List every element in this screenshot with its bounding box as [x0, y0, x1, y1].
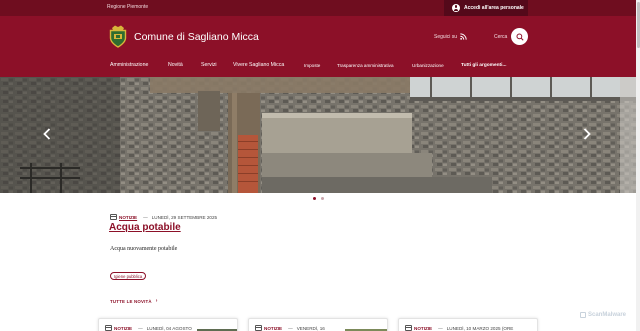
search-button[interactable]	[511, 28, 528, 45]
calendar-icon	[405, 325, 412, 331]
watermark-text: ScanMalware	[588, 312, 627, 318]
news-card[interactable]: NOTIZIE — LUNEDÌ, 10 MARZO 2025 (ORE	[398, 318, 538, 331]
nav-item-servizi[interactable]: Servizi	[201, 62, 217, 68]
nav-item-imposte[interactable]: Imposte	[304, 63, 320, 68]
card-separator: —	[288, 325, 293, 331]
carousel-dot-1[interactable]	[312, 197, 316, 200]
hero-carousel	[0, 77, 636, 193]
card-meta: NOTIZIE — LUNEDÌ, 04 AGOSTO	[105, 325, 192, 331]
chevron-right-icon: ›	[155, 298, 158, 304]
all-news-link[interactable]: TUTTE LE NOVITÀ ›	[110, 298, 158, 304]
nav-item-tutti-argomenti[interactable]: Tutti gli argomenti...	[461, 63, 506, 68]
news-text: Acqua nuovamente potabile	[110, 246, 178, 252]
nav-item-urbanizzazione[interactable]: Urbanizzazione	[412, 63, 444, 68]
card-meta: NOTIZIE — VENERDÌ, 16	[255, 325, 325, 331]
card-date: LUNEDÌ, 10 MARZO 2025 (ORE	[446, 325, 514, 331]
page-scrollbar[interactable]	[636, 0, 640, 331]
news-title-link[interactable]: Acqua potabile	[109, 222, 181, 233]
carousel-dots	[0, 197, 636, 203]
calendar-icon	[105, 325, 112, 331]
all-news-label: TUTTE LE NOVITÀ	[110, 298, 152, 304]
card-category-link[interactable]: NOTIZIE	[414, 326, 432, 331]
news-tag[interactable]: Igiene pubblica	[110, 272, 147, 280]
user-icon	[452, 4, 460, 12]
news-date: LUNEDÌ, 29 SETTEMBRE 2025	[151, 214, 218, 220]
chevron-right-icon	[583, 128, 591, 140]
card-category-link[interactable]: NOTIZIE	[264, 326, 282, 331]
calendar-icon	[110, 214, 117, 220]
news-category-link[interactable]: NOTIZIE	[119, 215, 137, 220]
hero-image	[0, 77, 636, 193]
search-icon	[515, 32, 524, 41]
carousel-prev-button[interactable]	[42, 127, 52, 141]
watermark-logo-icon	[580, 312, 586, 318]
site-header: Comune di Sagliano Micca Seguici su Cerc…	[0, 16, 636, 77]
card-category-link[interactable]: NOTIZIE	[114, 326, 132, 331]
login-label: Accedi all'area personale	[464, 5, 524, 11]
card-date: LUNEDÌ, 04 AGOSTO	[146, 325, 192, 331]
top-bar: Regione Piemonte Accedi all'area persona…	[0, 0, 636, 16]
news-card[interactable]: NOTIZIE — LUNEDÌ, 04 AGOSTO	[98, 318, 238, 331]
follow-label: Seguici su	[434, 34, 458, 40]
news-separator: —	[143, 214, 148, 220]
chevron-left-icon	[43, 128, 51, 140]
site-title[interactable]: Comune di Sagliano Micca	[134, 31, 259, 43]
card-meta: NOTIZIE — LUNEDÌ, 10 MARZO 2025 (ORE	[405, 325, 513, 331]
scrollbar-thumb[interactable]	[636, 2, 640, 48]
news-meta: NOTIZIE — LUNEDÌ, 29 SETTEMBRE 2025	[110, 214, 217, 220]
rss-icon[interactable]	[460, 33, 467, 40]
login-button[interactable]: Accedi all'area personale	[444, 0, 528, 16]
search-label: Cerca	[494, 34, 508, 40]
crest-logo[interactable]	[108, 24, 128, 48]
carousel-dot-2[interactable]	[320, 197, 324, 200]
card-separator: —	[438, 325, 443, 331]
nav-item-trasparenza[interactable]: Trasparenza amministrativa	[337, 63, 394, 68]
watermark: ScanMalware	[580, 312, 626, 318]
carousel-next-button[interactable]	[582, 127, 592, 141]
region-link[interactable]: Regione Piemonte	[107, 4, 148, 10]
nav-item-novita[interactable]: Novità	[168, 62, 183, 68]
card-separator: —	[138, 325, 143, 331]
main-nav: Amministrazione Novità Servizi Vivere Sa…	[0, 62, 636, 74]
nav-item-amministrazione[interactable]: Amministrazione	[110, 62, 148, 68]
news-card[interactable]: NOTIZIE — VENERDÌ, 16	[248, 318, 388, 331]
card-date: VENERDÌ, 16	[296, 325, 325, 331]
calendar-icon	[255, 325, 262, 331]
nav-item-vivere[interactable]: Vivere Sagliano Micca	[233, 62, 284, 68]
